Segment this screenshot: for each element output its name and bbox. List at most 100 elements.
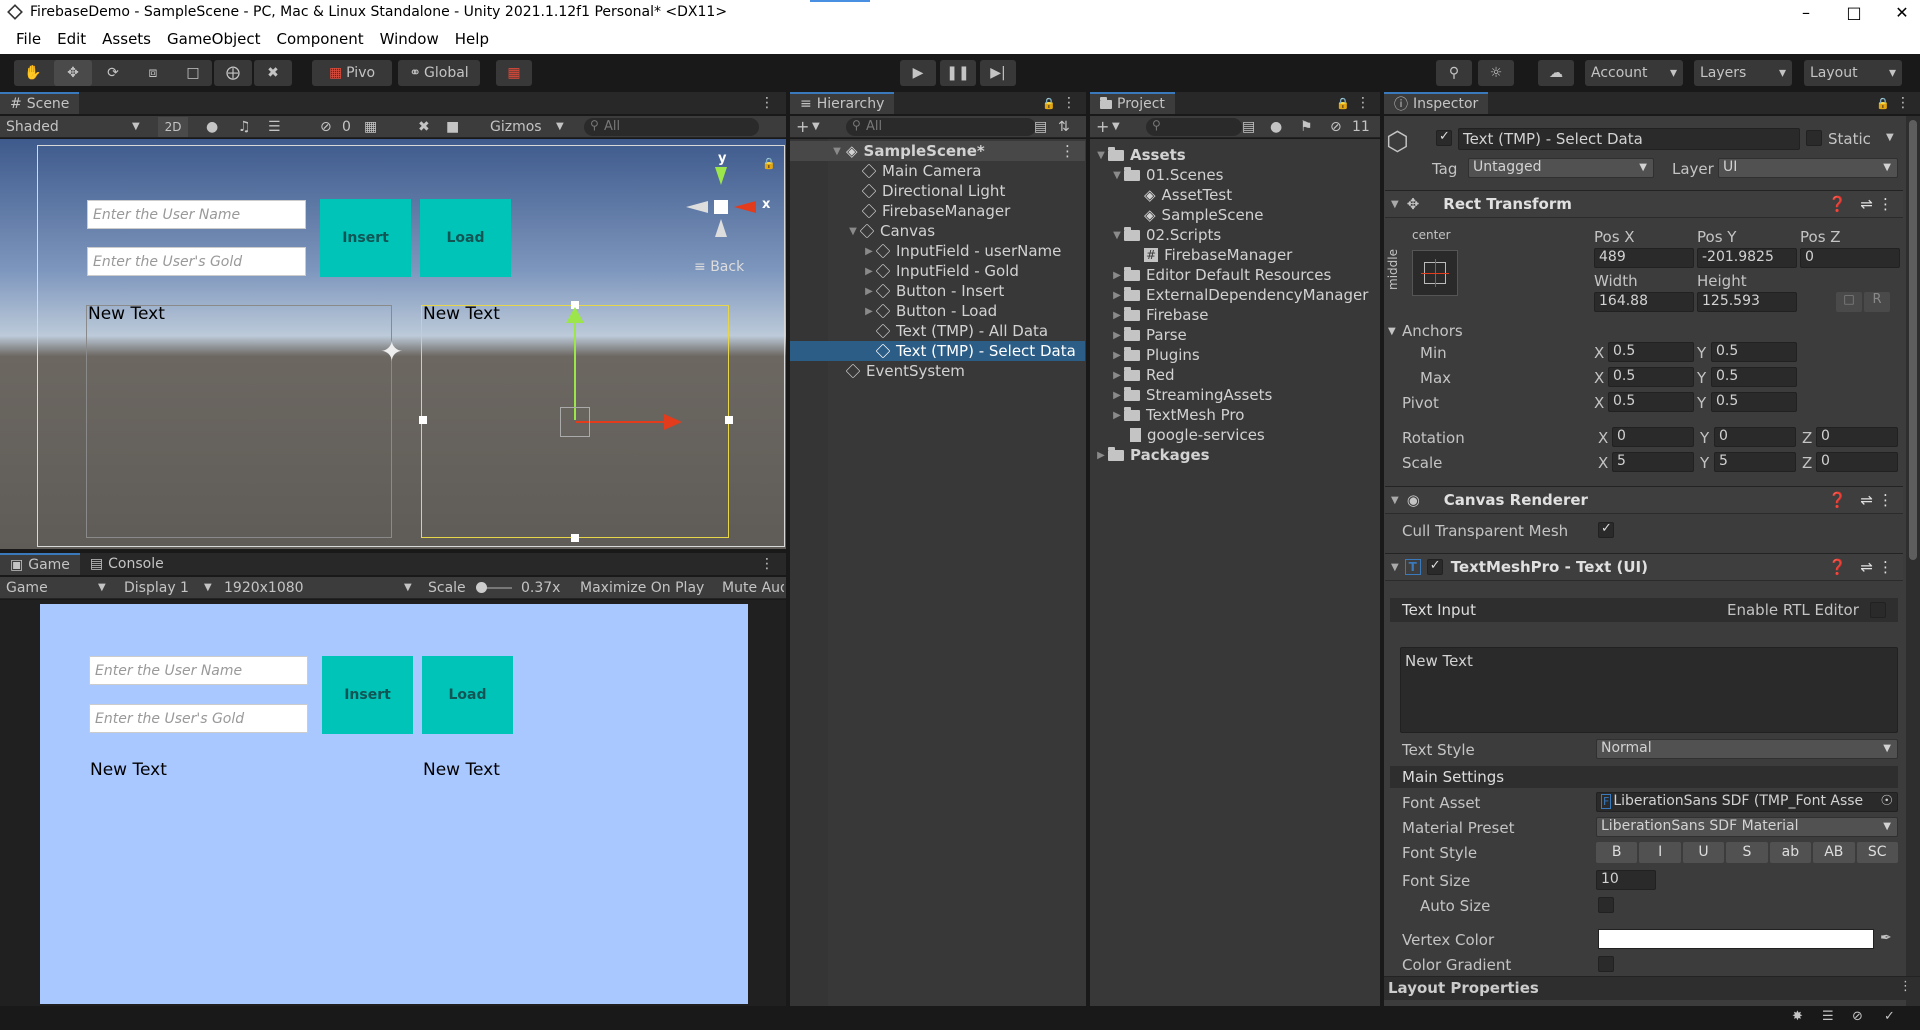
custom-tool-icon[interactable]: ✖: [254, 60, 292, 86]
active-checkbox[interactable]: ✓: [1436, 129, 1452, 146]
mute-audio-toggle[interactable]: Mute Aud: [722, 580, 784, 596]
posx-field[interactable]: 489: [1594, 248, 1694, 268]
more-menu-icon[interactable]: ⋮: [760, 556, 774, 572]
arrow-up-icon[interactable]: [566, 307, 584, 323]
visibility-icon[interactable]: ⊘: [320, 119, 332, 135]
menu-help[interactable]: Help: [447, 30, 497, 48]
text-style-dropdown[interactable]: Normal ▼: [1596, 739, 1898, 759]
gizmo-neg-x-cone[interactable]: [686, 201, 708, 213]
rect-handle[interactable]: [725, 416, 733, 424]
type-filter-icon[interactable]: ●: [1270, 119, 1282, 135]
vertex-color-swatch[interactable]: [1598, 929, 1874, 949]
gizmo-neg-y-cone[interactable]: [715, 219, 727, 237]
list-item[interactable]: ▶ Parse: [1090, 325, 1385, 345]
tab-scene[interactable]: # Scene: [0, 92, 80, 114]
collab-icon[interactable]: ☼: [1478, 60, 1514, 86]
game-insert-button[interactable]: Insert: [322, 656, 413, 734]
more-menu-icon[interactable]: ⋮: [1060, 142, 1075, 160]
layers-dropdown[interactable]: Layers ▾: [1694, 60, 1792, 86]
layout-dropdown[interactable]: Layout ▾: [1804, 60, 1902, 86]
list-item[interactable]: ◈ AssetTest: [1090, 185, 1385, 205]
insert-button[interactable]: Insert: [320, 199, 411, 277]
eyedropper-icon[interactable]: ✒: [1880, 930, 1892, 946]
scale-z-field[interactable]: 0: [1816, 452, 1898, 472]
color-gradient-checkbox[interactable]: [1598, 956, 1614, 972]
blueprint-mode-button[interactable]: □: [1836, 292, 1862, 312]
play-button[interactable]: ▶: [900, 60, 936, 86]
game-mode-dropdown[interactable]: Game: [6, 580, 48, 596]
tmp-enabled-checkbox[interactable]: ✓: [1426, 558, 1443, 575]
object-name-field[interactable]: Text (TMP) - Select Data: [1458, 128, 1800, 150]
load-button[interactable]: Load: [420, 199, 511, 277]
strikethrough-button[interactable]: S: [1726, 842, 1768, 863]
collapse-icon[interactable]: ▼: [1388, 326, 1396, 337]
rotation-x-field[interactable]: 0: [1612, 427, 1694, 447]
layer-dropdown[interactable]: UI ▼: [1718, 158, 1898, 178]
list-item[interactable]: Text (TMP) - Select Data: [790, 341, 1085, 361]
list-item[interactable]: ◈ SampleScene: [1090, 205, 1385, 225]
menu-window[interactable]: Window: [372, 30, 447, 48]
layout-properties-bar[interactable]: Layout Properties ⋮: [1384, 976, 1920, 1000]
grid-snap-icon[interactable]: ▦: [496, 60, 532, 86]
sort-icon[interactable]: ⇅: [1058, 119, 1070, 135]
display-dropdown[interactable]: Display 1: [124, 580, 189, 596]
list-item[interactable]: ▶ Red: [1090, 365, 1385, 385]
resolution-dropdown[interactable]: 1920x1080: [224, 580, 304, 596]
list-item[interactable]: ▶ Editor Default Resources: [1090, 265, 1385, 285]
filter-icon[interactable]: ▤: [1034, 119, 1047, 135]
anchor-preset-button[interactable]: [1412, 250, 1458, 296]
list-item[interactable]: ▶ InputField - Gold: [790, 261, 1085, 281]
menu-component[interactable]: Component: [269, 30, 372, 48]
more-menu-icon[interactable]: ⋮: [1899, 979, 1912, 994]
audio-icon[interactable]: ♫: [238, 119, 251, 135]
object-picker-icon[interactable]: ☉: [1880, 793, 1893, 809]
list-item[interactable]: ▼ 02.Scripts: [1090, 225, 1385, 245]
preset-icon[interactable]: ⇌: [1860, 558, 1873, 576]
gizmo-y-cone[interactable]: [715, 167, 727, 185]
italic-button[interactable]: I: [1639, 842, 1681, 863]
tab-inspector[interactable]: ⓘ Inspector: [1384, 92, 1489, 114]
help-icon[interactable]: ❓: [1828, 491, 1847, 509]
tmp-header[interactable]: ▼ T ✓ TextMeshPro - Text (UI) ❓ ⇌ ⋮: [1385, 553, 1903, 581]
smallcaps-button[interactable]: SC: [1856, 842, 1898, 863]
scale-x-field[interactable]: 5: [1612, 452, 1694, 472]
menu-gameobject[interactable]: GameObject: [159, 30, 269, 48]
scale-y-field[interactable]: 5: [1714, 452, 1796, 472]
rotation-y-field[interactable]: 0: [1714, 427, 1796, 447]
lock-icon[interactable]: 🔒: [1042, 97, 1056, 110]
text-input-area[interactable]: New Text: [1400, 647, 1898, 733]
pivot-toggle[interactable]: ▦ Pivo: [312, 60, 392, 86]
search-icon[interactable]: ⚲: [1436, 60, 1472, 86]
lowercase-button[interactable]: ab: [1769, 842, 1812, 863]
gold-input[interactable]: Enter the User's Gold: [87, 247, 306, 276]
scale-tool-icon[interactable]: ⧈: [134, 60, 172, 86]
list-item[interactable]: ▶ ExternalDependencyManager: [1090, 285, 1385, 305]
rotation-z-field[interactable]: 0: [1816, 427, 1898, 447]
effects-icon[interactable]: ☰: [268, 119, 281, 135]
game-gold-input[interactable]: Enter the User's Gold: [89, 704, 308, 733]
anchor-max-y-field[interactable]: 0.5: [1711, 367, 1797, 387]
preset-icon[interactable]: ⇌: [1860, 491, 1873, 509]
scene-viewport[interactable]: Enter the User Name Enter the User's Gol…: [0, 139, 786, 549]
account-dropdown[interactable]: Account ▾: [1585, 60, 1683, 86]
game-load-button[interactable]: Load: [422, 656, 513, 734]
more-menu-icon[interactable]: ⋮: [1878, 558, 1893, 576]
visibility-icon[interactable]: ⊘: [1330, 119, 1342, 135]
list-item[interactable]: ▶ TextMesh Pro: [1090, 405, 1385, 425]
menu-file[interactable]: File: [8, 30, 49, 48]
global-toggle[interactable]: ⚭ Global: [398, 60, 480, 86]
menu-edit[interactable]: Edit: [49, 30, 94, 48]
list-item[interactable]: Main Camera: [790, 161, 1085, 181]
chevron-down-icon[interactable]: ▼: [1886, 132, 1894, 143]
tag-dropdown[interactable]: Untagged ▼: [1468, 158, 1654, 178]
list-item[interactable]: ▼ Canvas: [790, 221, 1085, 241]
hand-tool-icon[interactable]: ✋: [14, 60, 52, 86]
move-gizmo-plane[interactable]: [560, 407, 590, 437]
label-filter-icon[interactable]: ⚑: [1300, 119, 1313, 135]
layers-stack-icon[interactable]: ☰: [1822, 1009, 1834, 1024]
network-icon[interactable]: ⊘: [1852, 1009, 1863, 1024]
canvas-renderer-header[interactable]: ▼ ◉ Canvas Renderer ❓ ⇌ ⋮: [1385, 486, 1903, 514]
auto-size-checkbox[interactable]: [1598, 897, 1614, 913]
game-canvas[interactable]: Enter the User Name Enter the User's Gol…: [40, 604, 748, 1004]
arrow-right-icon[interactable]: [664, 414, 682, 430]
